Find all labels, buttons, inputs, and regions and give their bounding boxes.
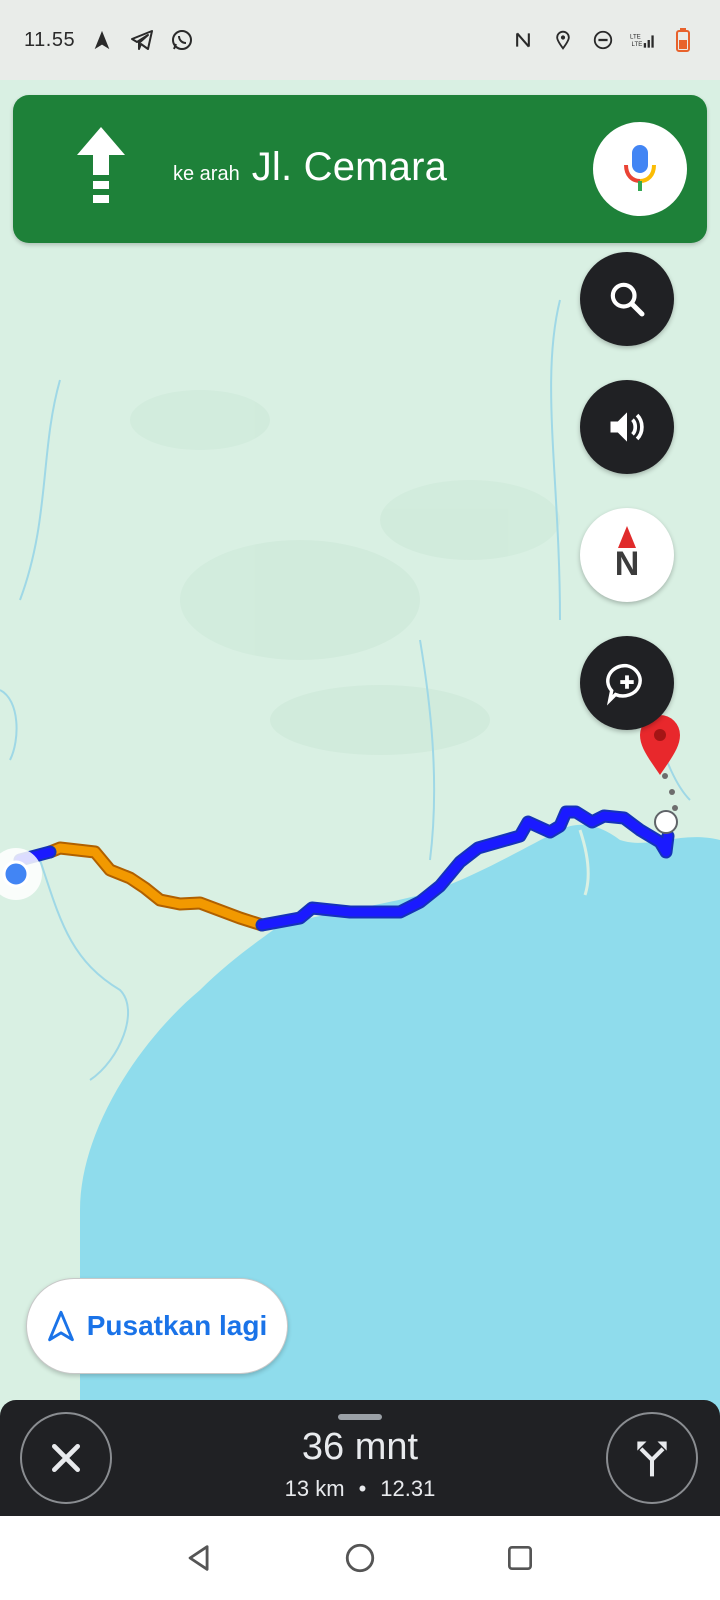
microphone-icon [624, 145, 656, 191]
alternate-routes-button[interactable] [606, 1412, 698, 1504]
voice-search-button[interactable] [593, 122, 687, 216]
add-report-button[interactable] [580, 636, 674, 730]
sound-button[interactable] [580, 380, 674, 474]
status-bar: 11.55 LTE LTE [0, 0, 720, 80]
navigation-banner[interactable]: ke arah Jl. Cemara [13, 95, 707, 243]
trip-panel[interactable]: 36 mnt 13 km • 12.31 [0, 1400, 720, 1516]
volume-icon [610, 412, 644, 442]
home-circle-icon [345, 1543, 375, 1573]
do-not-disturb-icon [590, 27, 616, 53]
recents-square-icon [508, 1546, 532, 1570]
recenter-label: Pusatkan lagi [86, 1310, 268, 1341]
lte-signal-icon: LTE LTE [630, 27, 656, 53]
location-pin-icon [550, 27, 576, 53]
route-fork-icon [637, 1441, 667, 1477]
back-triangle-icon [188, 1545, 209, 1571]
compass-label: N [614, 544, 640, 583]
svg-text:LTE: LTE [630, 33, 641, 40]
whatsapp-icon [169, 27, 195, 53]
telegram-icon [129, 27, 155, 53]
toward-prefix: ke arah [173, 163, 240, 185]
banner-instruction: ke arah Jl. Cemara [173, 145, 447, 190]
compass-button[interactable]: N [580, 508, 674, 602]
separator-dot: • [358, 1476, 367, 1501]
back-button[interactable] [178, 1536, 222, 1580]
trip-distance: 13 km [284, 1476, 345, 1501]
navigation-arrow-icon [47, 1310, 74, 1342]
drag-handle[interactable] [338, 1414, 382, 1420]
navigation-arrow-icon [89, 27, 115, 53]
add-comment-icon [606, 663, 642, 706]
straight-arrow-icon [77, 127, 125, 203]
recents-button[interactable] [498, 1536, 542, 1580]
search-button[interactable] [580, 252, 674, 346]
recenter-button[interactable]: Pusatkan lagi [26, 1278, 288, 1374]
nfc-icon [510, 27, 536, 53]
svg-text:LTE: LTE [632, 41, 643, 48]
search-icon [610, 282, 645, 317]
street-name: Jl. Cemara [251, 145, 448, 189]
arrival-time: 12.31 [380, 1476, 436, 1501]
compass-icon [618, 526, 636, 548]
home-button[interactable] [338, 1536, 382, 1580]
status-time: 11.55 [24, 28, 76, 51]
battery-icon [670, 27, 696, 53]
system-navigation-bar [0, 1516, 720, 1600]
